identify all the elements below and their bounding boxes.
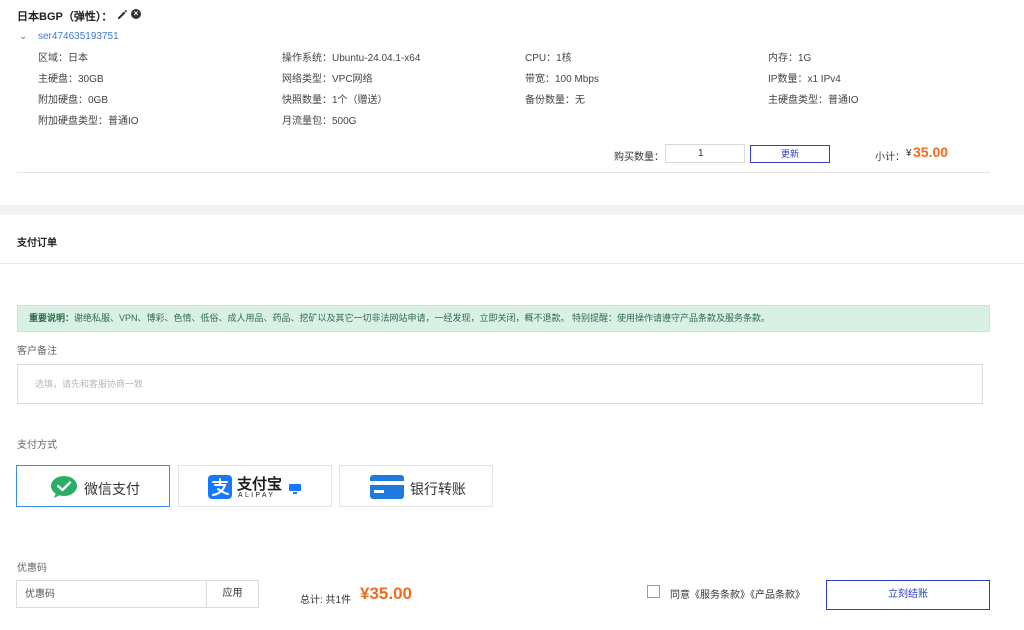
agree-terms-text[interactable]: 同意《服务条款》《产品条款》 [670, 586, 805, 601]
subtotal-value: 35.00 [913, 144, 949, 160]
payment-method-label: 支付方式 [17, 440, 57, 451]
notice-bold: 重要说明： [29, 313, 75, 323]
spec-cpu: CPU：1核 [525, 53, 572, 64]
product-title: 日本BGP（弹性）： [17, 11, 113, 23]
spec-main-disk: 主硬盘：30GB [38, 74, 104, 85]
spec-network: 网络类型：VPC网络 [282, 74, 373, 85]
total-label: 总计: 共1件 [300, 595, 352, 606]
quantity-label: 购买数量： [614, 152, 664, 163]
divider [0, 263, 1024, 264]
edit-icon[interactable] [116, 8, 128, 20]
total-value: ¥35.00 [360, 584, 412, 603]
payment-option-wechat[interactable]: 微信支付 [16, 465, 170, 507]
remark-label: 客户备注 [17, 346, 57, 357]
spec-bandwidth: 带宽：100 Mbps [525, 74, 599, 85]
quantity-input[interactable] [665, 144, 745, 163]
wechat-label: 微信支付 [84, 481, 140, 497]
product-card: 日本BGP（弹性）： × ⌄ ser474635193751 区域：日本 操作系… [0, 0, 1024, 205]
spec-region: 区域：日本 [38, 53, 88, 64]
coupon-input[interactable] [16, 580, 207, 608]
payment-option-bank[interactable]: 银行转账 [339, 465, 493, 507]
spec-snapshots: 快照数量：1个（赠送） [282, 95, 388, 106]
alipay-label-en: ALIPAY [238, 492, 276, 499]
update-button[interactable]: 更新 [750, 145, 830, 163]
spec-ip: IP数量：x1 IPv4 [768, 74, 841, 85]
checkout-button[interactable]: 立刻结账 [826, 580, 990, 610]
apply-coupon-button[interactable]: 应用 [206, 580, 259, 608]
spec-extra-disk: 附加硬盘：0GB [38, 95, 109, 106]
alipay-icon [208, 475, 232, 499]
payment-option-alipay[interactable]: 支付宝 ALIPAY [178, 465, 332, 507]
spec-backups: 备份数量：无 [525, 95, 585, 106]
alipay-label-cn: 支付宝 [237, 476, 283, 493]
spec-main-disk-type: 主硬盘类型：普通IO [768, 95, 859, 106]
spec-extra-disk-type: 附加硬盘类型：普通IO [38, 116, 139, 127]
spec-traffic: 月流量包：500G [282, 116, 357, 127]
server-id-link[interactable]: ser474635193751 [38, 31, 119, 42]
chevron-down-icon[interactable]: ⌄ [19, 31, 27, 42]
remark-input[interactable] [17, 364, 983, 404]
notice-text: 谢绝私服、VPN、博彩、色情、低俗、成人用品、药品、挖矿以及其它一切非法网站申请… [74, 313, 771, 323]
spec-os: 操作系统：Ubuntu-24.04.1-x64 [282, 53, 421, 64]
bank-label: 银行转账 [410, 481, 466, 497]
payment-title: 支付订单 [17, 238, 57, 249]
wechat-icon [51, 476, 77, 498]
bank-card-icon [370, 475, 404, 499]
monitor-icon [289, 484, 301, 494]
notice-banner: 重要说明：谢绝私服、VPN、博彩、色情、低俗、成人用品、药品、挖矿以及其它一切非… [17, 305, 990, 332]
payment-card [0, 215, 1024, 630]
divider [17, 172, 990, 173]
agree-checkbox[interactable] [647, 585, 660, 598]
subtotal-label: 小计： [875, 152, 905, 163]
subtotal-currency: ¥ [906, 148, 912, 159]
coupon-label: 优惠码 [17, 563, 47, 574]
close-circle-icon[interactable]: × [131, 9, 141, 19]
spec-memory: 内存：1G [768, 53, 812, 64]
